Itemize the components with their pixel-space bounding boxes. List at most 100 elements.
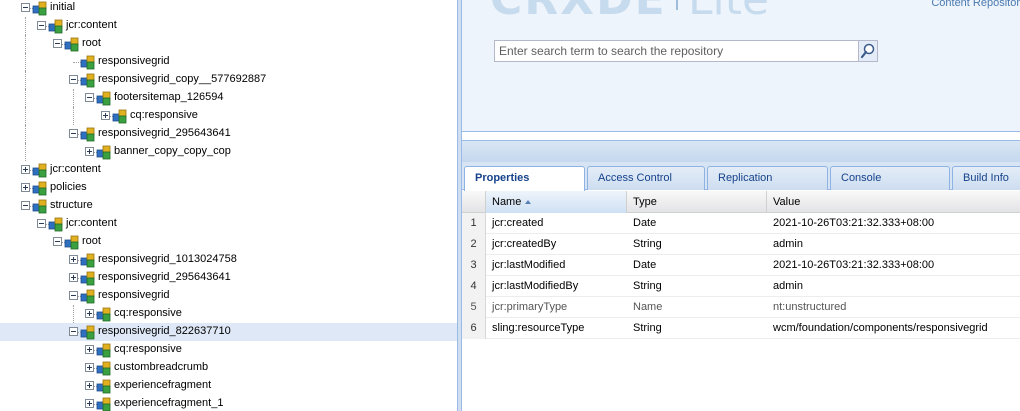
expand-icon[interactable] (85, 147, 94, 156)
search-button[interactable] (858, 40, 878, 62)
collapse-icon[interactable] (21, 201, 30, 210)
tree-node[interactable]: jcr:content (0, 17, 457, 35)
tree-node-label: responsivegrid_copy__577692887 (98, 73, 267, 85)
expand-icon[interactable] (85, 309, 94, 318)
expand-icon[interactable] (69, 255, 78, 264)
tree-node[interactable]: responsivegrid_1013024758 (0, 251, 457, 269)
tree-node[interactable]: root (0, 35, 457, 53)
property-type[interactable]: Date (627, 255, 767, 276)
tree-node-label: experiencefragment_1 (114, 397, 224, 409)
collapse-icon[interactable] (69, 129, 78, 138)
expand-icon[interactable] (21, 165, 30, 174)
tree-guide-line (25, 53, 26, 71)
tree-node[interactable]: experiencefragment_1 (0, 395, 457, 411)
tab-console[interactable]: Console (830, 166, 950, 190)
expand-icon[interactable] (85, 381, 94, 390)
property-value[interactable]: admin (767, 234, 1020, 255)
tree-node-label: initial (50, 1, 76, 13)
tab-properties[interactable]: Properties (464, 166, 585, 191)
property-value[interactable]: 2021-10-26T03:21:32.333+08:00 (767, 255, 1020, 276)
property-type[interactable]: String (627, 318, 767, 339)
property-value[interactable]: nt:unstructured (767, 297, 1020, 318)
collapse-icon[interactable] (85, 93, 94, 102)
collapse-icon[interactable] (37, 21, 46, 30)
panel-header-band (462, 140, 1020, 162)
tree-node[interactable]: footersitemap_126594 (0, 89, 457, 107)
node-icon (64, 235, 79, 250)
expand-icon[interactable] (85, 363, 94, 372)
collapse-icon[interactable] (53, 237, 62, 246)
repository-tree[interactable]: initial jcr:content root responsivegrid resp… (0, 0, 457, 411)
tree-node[interactable]: cq:responsive (0, 341, 457, 359)
property-value[interactable]: wcm/foundation/components/responsivegrid (767, 318, 1020, 339)
tree-node[interactable]: responsivegrid (0, 287, 457, 305)
tree-node-label: root (82, 37, 101, 49)
tree-node[interactable]: responsivegrid_copy__577692887 (0, 71, 457, 89)
tree-node[interactable]: jcr:content (0, 161, 457, 179)
tree-node[interactable]: responsivegrid (0, 53, 457, 71)
collapse-icon[interactable] (69, 291, 78, 300)
tree-node[interactable]: jcr:content (0, 215, 457, 233)
tree-node[interactable]: initial (0, 0, 457, 17)
property-name[interactable]: sling:resourceType (486, 318, 627, 339)
expand-icon[interactable] (85, 345, 94, 354)
property-value[interactable]: 2021-10-26T03:21:32.333+08:00 (767, 213, 1020, 234)
node-icon (80, 325, 95, 340)
property-name[interactable]: jcr:created (486, 213, 627, 234)
search-input[interactable] (495, 41, 877, 61)
tree-node-label: responsivegrid_295643641 (98, 271, 231, 283)
property-row[interactable]: 1 jcr:created Date 2021-10-26T03:21:32.333+… (462, 213, 1020, 234)
property-name[interactable]: jcr:createdBy (486, 234, 627, 255)
property-row[interactable]: 2 jcr:createdBy String admin (462, 234, 1020, 255)
node-icon (80, 73, 95, 88)
tree-node[interactable]: responsivegrid_295643641 (0, 125, 457, 143)
tree-node[interactable]: responsivegrid_295643641 (0, 269, 457, 287)
tree-node-label: structure (50, 199, 93, 211)
tree-node-label: cq:responsive (114, 343, 182, 355)
node-icon (96, 307, 111, 322)
tree-node[interactable]: responsivegrid_822637710 (0, 323, 457, 341)
tab-build-info[interactable]: Build Info (952, 166, 1020, 190)
node-icon (80, 127, 95, 142)
tree-node[interactable]: cq:responsive (0, 305, 457, 323)
tree-node[interactable]: banner_copy_copy_cop (0, 143, 457, 161)
collapse-icon[interactable] (69, 327, 78, 336)
property-row[interactable]: 4 jcr:lastModifiedBy String admin (462, 276, 1020, 297)
property-name[interactable]: jcr:primaryType (486, 297, 627, 318)
expand-icon[interactable] (101, 111, 110, 120)
expand-icon[interactable] (21, 183, 30, 192)
collapse-icon[interactable] (21, 3, 30, 12)
property-type[interactable]: String (627, 276, 767, 297)
property-name[interactable]: jcr:lastModifiedBy (486, 276, 627, 297)
property-name[interactable]: jcr:lastModified (486, 255, 627, 276)
tree-node[interactable]: structure (0, 197, 457, 215)
row-number: 4 (462, 276, 486, 297)
collapse-icon[interactable] (53, 39, 62, 48)
property-row[interactable]: 6 sling:resourceType String wcm/foundation/… (462, 318, 1020, 339)
column-header-name-label: Name (492, 196, 522, 208)
tree-node[interactable]: policies (0, 179, 457, 197)
tree-node[interactable]: root (0, 233, 457, 251)
property-row[interactable]: 5 jcr:primaryType Name nt:unstructured (462, 297, 1020, 318)
column-header-value[interactable]: Value (767, 191, 1020, 213)
tree-node[interactable]: cq:responsive (0, 107, 457, 125)
collapse-icon[interactable] (37, 219, 46, 228)
collapse-icon[interactable] (69, 75, 78, 84)
property-value[interactable]: admin (767, 276, 1020, 297)
tree-node-label: responsivegrid_295643641 (98, 127, 231, 139)
tree-node-label: policies (50, 181, 87, 193)
expand-icon[interactable] (85, 399, 94, 408)
tab-replication[interactable]: Replication (707, 166, 828, 190)
node-icon (32, 199, 47, 214)
tree-node[interactable]: experiencefragment (0, 377, 457, 395)
property-type[interactable]: Date (627, 213, 767, 234)
property-type[interactable]: Name (627, 297, 767, 318)
property-type[interactable]: String (627, 234, 767, 255)
expand-icon[interactable] (69, 273, 78, 282)
tree-node[interactable]: custombreadcrumb (0, 359, 457, 377)
tree-guide-line (73, 107, 74, 125)
property-row[interactable]: 3 jcr:lastModified Date 2021-10-26T03:21:32… (462, 255, 1020, 276)
column-header-name[interactable]: Name (486, 191, 627, 213)
tab-access-control[interactable]: Access Control (587, 166, 705, 190)
column-header-type[interactable]: Type (627, 191, 767, 213)
